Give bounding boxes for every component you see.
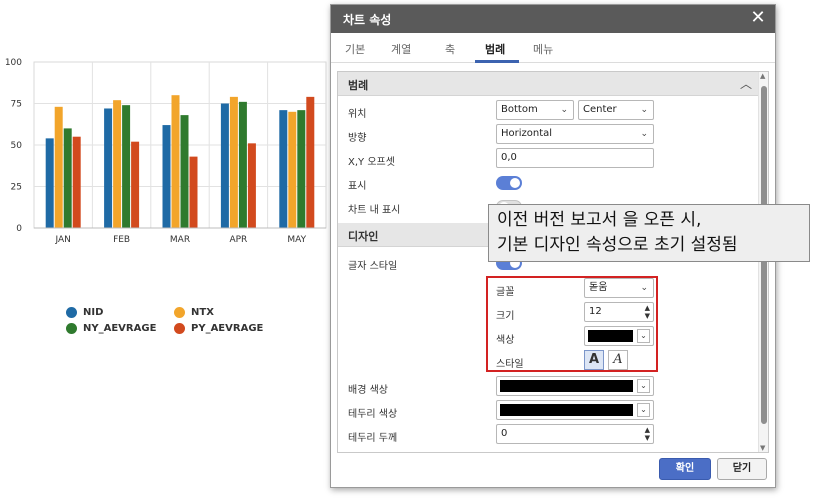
bar (189, 156, 198, 228)
y-tick-label: 100 (5, 58, 22, 68)
y-tick-label: 75 (11, 100, 22, 110)
legend-label: NTX (191, 307, 214, 318)
ok-button[interactable]: 확인 (659, 458, 711, 480)
stepper-arrows-icon[interactable]: ▲ ▼ (645, 426, 650, 442)
bar (113, 100, 122, 228)
legend-item: PY_AEVRAGE (174, 323, 263, 334)
panel-scrollbar[interactable]: ▲ ▼ (758, 72, 768, 452)
border-color-swatch (500, 404, 633, 416)
chevron-up-icon[interactable]: ︿ (740, 75, 752, 92)
bar (104, 108, 113, 228)
close-icon[interactable]: ✕ (747, 7, 769, 29)
active-tab-indicator (475, 60, 519, 63)
position-horizontal-value: Center (583, 104, 617, 115)
tab-bar: 기본 계열 축 범례 메뉴 (331, 33, 775, 63)
legend-item: NID (66, 307, 103, 318)
bar (63, 128, 72, 228)
show-label: 표시 (348, 181, 367, 192)
border-width-label: 테두리 두께 (348, 433, 398, 444)
scroll-down-icon[interactable]: ▼ (760, 444, 765, 452)
design-section-title: 디자인 (348, 230, 379, 243)
close-button[interactable]: 닫기 (717, 458, 767, 480)
chevron-down-icon[interactable]: ⌄ (637, 403, 650, 417)
bar (238, 101, 247, 228)
legend-section-title: 범례 (348, 79, 369, 92)
bar (122, 105, 131, 228)
callout-line-2: 기본 디자인 속성으로 초기 설정됨 (497, 235, 738, 255)
y-tick-label: 50 (11, 141, 23, 151)
tab-series[interactable]: 계열 (391, 41, 411, 57)
x-tick-label: APR (229, 235, 247, 245)
chart-plot: 0 25 50 75 100 JAN FEB MAR APR MAY (5, 58, 327, 245)
inside-chart-label: 차트 내 표시 (348, 205, 401, 216)
bar (131, 141, 140, 228)
offset-input[interactable]: 0,0 (496, 148, 654, 168)
bar (229, 96, 238, 228)
x-tick-label: JAN (55, 235, 71, 245)
legend-marker (174, 323, 185, 334)
annotation-callout: 이전 버전 보고서 을 오픈 시, 기본 디자인 속성으로 초기 설정됨 (488, 204, 810, 262)
bg-color-swatch (500, 380, 633, 392)
bar (180, 115, 189, 228)
chevron-down-icon: ⌄ (560, 105, 568, 115)
direction-select[interactable]: Horizontal ⌄ (496, 124, 654, 144)
legend-settings-panel: 범례 ︿ 위치 Bottom ⌄ Center ⌄ 방향 Horizontal … (337, 71, 769, 453)
x-tick-label: FEB (113, 235, 130, 245)
legend-item: NY_AEVRAGE (66, 323, 156, 334)
position-vertical-select[interactable]: Bottom ⌄ (496, 100, 574, 120)
bar-chart: 0 25 50 75 100 JAN FEB MAR APR MAY NID NTX NY_AEVRA… (0, 50, 330, 334)
legend-section-header[interactable]: 범례 ︿ (338, 72, 760, 96)
legend-label: NY_AEVRAGE (83, 323, 157, 334)
legend-item: NTX (174, 307, 214, 318)
dialog-titlebar: 차트 속성 ✕ (331, 5, 775, 33)
legend-marker (66, 307, 77, 318)
x-tick-label: MAY (287, 235, 306, 245)
legend-marker (66, 323, 77, 334)
bar (247, 143, 256, 228)
chevron-down-icon: ⌄ (640, 105, 648, 115)
bar (288, 111, 297, 228)
position-vertical-value: Bottom (501, 104, 538, 115)
y-tick-label: 25 (11, 183, 22, 193)
bar (72, 136, 81, 228)
offset-label: X,Y 오프셋 (348, 157, 395, 168)
bar (162, 125, 171, 228)
bg-color-label: 배경 색상 (348, 385, 388, 396)
legend-label: PY_AEVRAGE (191, 323, 264, 334)
bar (306, 96, 315, 228)
tab-legend[interactable]: 범례 (485, 41, 505, 57)
tab-basic[interactable]: 기본 (345, 41, 365, 57)
show-toggle[interactable] (496, 176, 522, 190)
legend-marker (174, 307, 185, 318)
y-tick-label: 0 (16, 224, 22, 234)
bar (45, 138, 54, 228)
font-style-label: 글자 스타일 (348, 261, 398, 272)
position-label: 위치 (348, 109, 367, 120)
border-color-label: 테두리 색상 (348, 409, 398, 420)
highlight-box (486, 276, 658, 372)
bar (54, 106, 63, 228)
chevron-down-icon[interactable]: ⌄ (637, 379, 650, 393)
dialog-title: 차트 속성 (343, 13, 392, 27)
x-tick-label: MAR (170, 235, 190, 245)
position-horizontal-select[interactable]: Center ⌄ (578, 100, 654, 120)
bg-color-picker[interactable]: ⌄ (496, 376, 654, 396)
callout-line-1: 이전 버전 보고서 을 오픈 시, (497, 210, 702, 230)
border-width-value: 0 (501, 428, 508, 439)
scroll-up-icon[interactable]: ▲ (760, 72, 765, 80)
bar (279, 110, 288, 228)
border-width-stepper[interactable]: 0 ▲ ▼ (496, 424, 654, 444)
tab-menu[interactable]: 메뉴 (533, 41, 553, 57)
chevron-down-icon: ⌄ (640, 129, 648, 139)
tab-axis[interactable]: 축 (445, 41, 455, 57)
bar (297, 110, 306, 228)
bar (171, 95, 180, 228)
direction-label: 방향 (348, 133, 367, 144)
legend-label: NID (83, 307, 104, 318)
bar (220, 103, 229, 228)
border-color-picker[interactable]: ⌄ (496, 400, 654, 420)
direction-value: Horizontal (501, 128, 553, 139)
